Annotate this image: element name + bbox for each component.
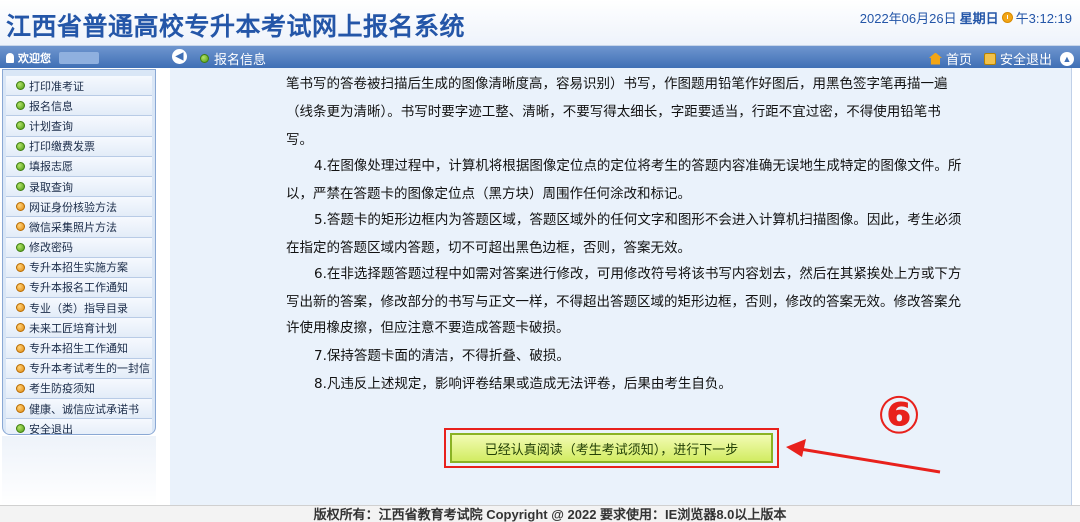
menu-bullet-icon [16,363,25,373]
menu-bullet-icon [16,343,25,353]
sidebar-item[interactable]: 专升本考试考生的一封信 [6,358,152,379]
sidebar-item[interactable]: 修改密码 [6,237,152,258]
sidebar-item-label: 计划查询 [29,120,73,133]
username-redacted [59,52,99,64]
sidebar-item[interactable]: 打印缴费发票 [6,136,152,157]
scroll-top-button[interactable]: ▲ [1060,51,1074,66]
menu-bullet-icon [16,383,25,393]
sidebar-item[interactable]: 录取查询 [6,176,152,198]
sidebar-item[interactable]: 专升本招生实施方案 [6,257,152,278]
home-link[interactable]: 首页 [946,49,972,68]
user-icon [6,53,14,63]
sidebar-item-label: 专升本招生实施方案 [29,262,128,275]
sidebar-item[interactable]: 计划查询 [6,116,152,137]
breadcrumb-dot-icon [200,54,209,63]
sidebar-item-label: 专升本招生工作通知 [29,343,128,356]
sidebar-item[interactable]: 考生防疫须知 [6,378,152,399]
sidebar-item-label: 健康、诚信应试承诺书 [29,403,139,416]
sidebar-item[interactable]: 报名信息 [6,96,152,117]
current-weekday: 星期日 [959,11,999,26]
menu-bullet-icon [16,202,25,212]
sidebar-item[interactable]: 未来工匠培育计划 [6,318,152,339]
notice-line: 以，严禁在答题卡的图像定位点（黑方块）周围作任何涂改和标记。 [286,186,691,202]
sidebar-item-label: 未来工匠培育计划 [29,322,117,335]
notice-line: 4.在图像处理过程中，计算机将根据图像定位点的定位将考生的答题内容准确无误地生成… [314,158,962,174]
annotation-step-number: ⑥ [877,386,922,446]
menu-bullet-icon [16,141,25,151]
sidebar-item-label: 填报志愿 [29,161,73,174]
welcome-area: 欢迎您 [6,50,99,66]
notice-line: 许使用橡皮擦，但应注意不要造成答题卡破损。 [286,320,570,336]
current-time: 午3:12:19 [1015,11,1072,26]
page-footer: 版权所有：江西省教育考试院 Copyright @ 2022 要求使用：IE浏览… [0,505,1080,522]
sidebar-item-label: 打印缴费发票 [29,141,95,154]
clock-icon [1001,12,1013,23]
notice-line: 7.保持答题卡面的清洁，不得折叠、破损。 [314,348,570,364]
menu-bullet-icon [16,242,25,252]
menu-bullet-icon [16,81,25,91]
menu-bullet-icon [16,303,25,313]
sidebar-item[interactable]: 网证身份核验方法 [6,197,152,218]
sidebar-menu: 打印准考证报名信息计划查询打印缴费发票 填报志愿录取查询网证身份核验方法 微信采集照… [2,69,156,435]
notice-line: 8.凡违反上述规定，影响评卷结果或造成无法评卷，后果由考生自负。 [314,376,732,392]
menu-bullet-icon [16,101,25,111]
sidebar-footer-fade [2,436,156,506]
breadcrumb: 报名信息 [200,49,266,68]
menu-bullet-icon [16,424,25,434]
menu-bullet-icon [16,262,25,272]
menu-bullet-icon [16,404,25,414]
menu-bullet-icon [16,161,25,171]
sidebar-item[interactable]: 安全退出 [6,419,152,435]
sidebar-item-label: 专升本考试考生的一封信 [29,363,150,376]
sidebar-item[interactable]: 专升本招生工作通知 [6,338,152,359]
breadcrumb-label: 报名信息 [214,52,267,67]
notice-line: 写。 [286,132,313,148]
sidebar-item[interactable]: 填报志愿 [6,156,152,177]
sidebar-item-label: 报名信息 [29,100,73,113]
sidebar-item[interactable]: 健康、诚信应试承诺书 [6,399,152,420]
menu-bullet-icon [16,282,25,292]
notice-line: （线条更为清晰）。书写时要字迹工整、清晰，不要写得太细长，字距要适当，行距不宜过… [286,104,941,120]
sidebar-item-label: 专业（类）指导目录 [29,302,128,315]
notice-line: 笔书写的答卷被扫描后生成的图像清晰度高，容易识别）书写，作图题用铅笔作好图后，用… [286,76,948,92]
confirm-read-next-button[interactable]: 已经认真阅读（考生考试须知），进行下一步 [450,433,773,463]
sidebar-item[interactable]: 微信采集照片方法 [6,217,152,238]
sidebar-item-label: 专升本报名工作通知 [29,282,128,295]
sidebar-item-label: 安全退出 [29,423,73,435]
site-header: 江西省普通高校专升本考试网上报名系统 2022年06月26日 星期日 午3:12… [0,0,1080,46]
sidebar-item[interactable]: 打印准考证 [6,76,152,97]
sidebar-item-label: 网证身份核验方法 [29,201,117,214]
sidebar-item-label: 打印准考证 [29,80,84,93]
menu-bullet-icon [16,323,25,333]
site-title: 江西省普通高校专升本考试网上报名系统 [6,12,466,41]
menu-bullet-icon [16,222,25,232]
sidebar-item[interactable]: 专升本报名工作通知 [6,277,152,299]
notice-line: 5.答题卡的矩形边框内为答题区域，答题区域外的任何文字和图形不会进入计算机扫描图… [314,212,962,228]
menu-bullet-icon [16,121,25,131]
sidebar-item-label: 微信采集照片方法 [29,221,117,234]
top-nav-bar: 欢迎您 ◀ 报名信息 首页 安全退出 ▲ [0,46,1080,68]
logout-icon[interactable] [983,52,996,65]
menu-bullet-icon [16,182,25,192]
sidebar-item[interactable]: 专业（类）指导目录 [6,298,152,319]
date-time-display: 2022年06月26日 星期日 午3:12:19 [860,8,1072,27]
sidebar-item-label: 考生防疫须知 [29,383,95,396]
sidebar-item-label: 录取查询 [29,181,73,194]
logout-link[interactable]: 安全退出 [1000,49,1052,68]
notice-line: 6.在非选择题答题过程中如需对答案进行修改，可用修改符号将该书写内容划去，然后在… [314,266,962,282]
home-icon[interactable] [928,52,942,65]
nav-right-links: 首页 安全退出 ▲ [928,49,1074,68]
welcome-label: 欢迎您 [18,53,51,65]
notice-line: 写出新的答案，修改部分的书写与正文一样，不得超出答题区域的矩形边框，否则，修改的… [286,294,961,310]
collapse-sidebar-button[interactable]: ◀ [172,49,187,64]
notice-line: 在指定的答题区域内答题，切不可超出黑色边框，否则，答案无效。 [286,240,691,256]
current-date: 2022年06月26日 [859,11,957,26]
sidebar-item-label: 修改密码 [29,242,73,255]
